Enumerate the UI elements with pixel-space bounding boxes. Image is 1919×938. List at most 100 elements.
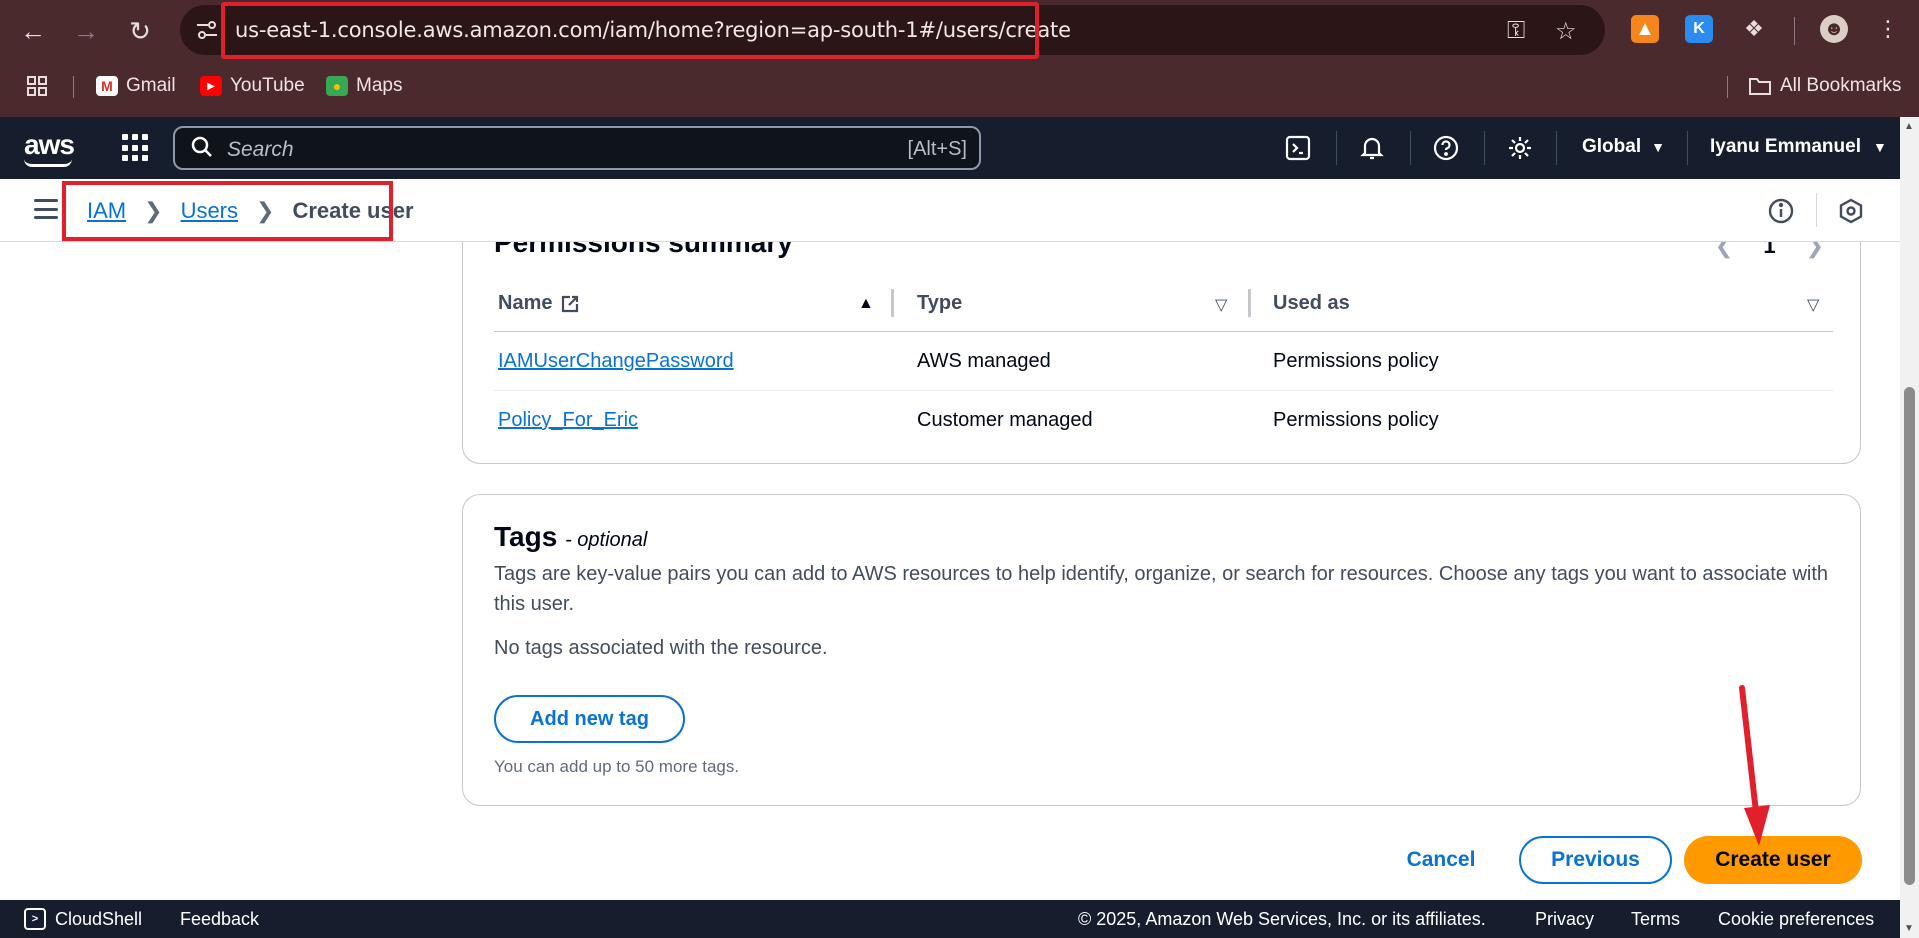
permissions-summary-card: Permissions summary ❮ 1 ❯ Name ▲ Type ▽ …: [462, 242, 1861, 464]
youtube-icon: ▶: [200, 76, 222, 96]
column-divider: [891, 289, 894, 317]
column-header-used-as[interactable]: Used as: [1273, 292, 1350, 315]
privacy-link[interactable]: Privacy: [1535, 909, 1594, 930]
aws-footer: > CloudShell Feedback © 2025, Amazon Web…: [0, 900, 1900, 938]
bookmark-maps[interactable]: ● Maps: [326, 72, 402, 100]
settings-gear-icon[interactable]: [1504, 132, 1536, 164]
bookmarks-divider: [73, 76, 74, 98]
bookmark-star-icon[interactable]: ☆: [1555, 17, 1577, 46]
bookmarks-bar: M Gmail ▶ YouTube ● Maps All Bookmarks: [0, 66, 1919, 106]
scroll-down-icon[interactable]: ▼: [1904, 923, 1914, 934]
services-grid-icon[interactable]: [122, 134, 150, 162]
column-label: Used as: [1273, 292, 1350, 314]
caret-down-icon: ▼: [1873, 139, 1887, 155]
nav-divider: [1484, 131, 1485, 165]
k-extension-icon[interactable]: K: [1685, 15, 1713, 43]
extensions-puzzle-icon[interactable]: ❖: [1740, 15, 1768, 43]
browser-toolbar: ← → ↻ us-east-1.console.aws.amazon.com/i…: [0, 0, 1919, 117]
search-input[interactable]: Search [Alt+S]: [173, 126, 981, 170]
side-nav-menu-icon[interactable]: [34, 199, 58, 219]
breadcrumb-bar: IAM ❯ Users ❯ Create user: [0, 179, 1900, 242]
bookmark-gmail[interactable]: M Gmail: [96, 72, 176, 100]
security-shield-icon[interactable]: [1837, 197, 1865, 225]
notifications-bell-icon[interactable]: [1356, 132, 1388, 164]
aws-top-nav: aws Search [Alt+S] Global ▼ Iyanu Emmanu…: [0, 117, 1900, 179]
forward-icon[interactable]: →: [67, 12, 105, 50]
policy-type: AWS managed: [917, 350, 1051, 372]
all-bookmarks-label: All Bookmarks: [1780, 75, 1902, 96]
back-icon[interactable]: ←: [14, 12, 52, 50]
bookmark-label: Gmail: [126, 75, 176, 96]
table-row: Policy_For_Eric Customer managed Permiss…: [494, 391, 1833, 450]
add-new-tag-button[interactable]: Add new tag: [494, 695, 685, 743]
column-label: Type: [917, 292, 963, 314]
main-content: Permissions summary ❮ 1 ❯ Name ▲ Type ▽ …: [0, 242, 1900, 900]
policy-name-link[interactable]: IAMUserChangePassword: [498, 350, 734, 373]
search-placeholder: Search: [227, 138, 294, 161]
region-selector[interactable]: Global ▼: [1582, 136, 1665, 158]
aws-logo-smile: [24, 159, 72, 167]
password-key-icon[interactable]: ⚿: [1507, 17, 1525, 45]
apps-grid-icon[interactable]: [26, 72, 48, 100]
search-shortcut: [Alt+S]: [907, 138, 967, 160]
tags-description: Tags are key-value pairs you can add to …: [494, 563, 1829, 615]
cloudshell-icon[interactable]: [1282, 132, 1314, 164]
policy-used-as: Permissions policy: [1273, 350, 1439, 372]
nav-divider: [1556, 131, 1557, 165]
policy-used-as: Permissions policy: [1273, 409, 1439, 431]
search-icon: [191, 136, 212, 157]
column-header-name[interactable]: Name: [498, 292, 580, 315]
maps-icon: ●: [326, 76, 348, 96]
column-header-type[interactable]: Type: [917, 292, 962, 315]
policy-name-link[interactable]: Policy_For_Eric: [498, 409, 638, 432]
url-annotation-box: [221, 2, 1039, 59]
policy-type: Customer managed: [917, 409, 1093, 431]
info-icon[interactable]: [1767, 197, 1795, 225]
sort-ascending-icon[interactable]: ▲: [858, 295, 874, 313]
tags-limit-hint: You can add up to 50 more tags.: [494, 757, 740, 776]
metamask-extension-icon[interactable]: ▲: [1631, 15, 1659, 43]
nav-divider: [1410, 131, 1411, 165]
cloudshell-link[interactable]: CloudShell: [55, 909, 142, 930]
table-row: IAMUserChangePassword AWS managed Permis…: [494, 332, 1833, 391]
nav-divider: [1687, 131, 1688, 165]
bookmark-youtube[interactable]: ▶ YouTube: [200, 72, 305, 100]
aws-logo[interactable]: aws: [24, 129, 75, 161]
scroll-up-icon[interactable]: ▲: [1904, 121, 1914, 132]
cloudshell-footer-icon: >: [24, 908, 46, 930]
bookmarks-divider: [1727, 76, 1728, 98]
permissions-title: Permissions summary: [494, 242, 793, 258]
page-number[interactable]: 1: [1763, 242, 1775, 259]
pagination: ❮ 1 ❯: [1715, 242, 1824, 259]
chevron-left-icon[interactable]: ❮: [1715, 242, 1733, 259]
scroll-thumb[interactable]: [1904, 387, 1915, 885]
account-menu[interactable]: Iyanu Emmanuel ▼: [1710, 136, 1887, 158]
terms-link[interactable]: Terms: [1631, 909, 1680, 930]
reload-icon[interactable]: ↻: [121, 12, 159, 50]
tags-optional-label: - optional: [565, 529, 648, 551]
sort-descending-icon[interactable]: ▽: [1807, 295, 1819, 315]
tags-card: Tags - optional Tags are key-value pairs…: [462, 494, 1861, 806]
tags-title: Tags - optional: [494, 521, 647, 553]
region-label: Global: [1582, 136, 1642, 157]
folder-icon: [1749, 78, 1771, 95]
tags-empty-message: No tags associated with the resource.: [494, 637, 828, 659]
external-link-icon: [562, 295, 579, 312]
chevron-right-icon[interactable]: ❯: [1806, 242, 1824, 259]
sort-descending-icon[interactable]: ▽: [1215, 295, 1227, 315]
all-bookmarks[interactable]: All Bookmarks: [1748, 72, 1901, 100]
cancel-button[interactable]: Cancel: [1378, 836, 1504, 884]
help-question-icon[interactable]: [1430, 132, 1462, 164]
previous-button[interactable]: Previous: [1519, 836, 1672, 884]
create-user-button[interactable]: Create user: [1684, 836, 1862, 884]
page-scrollbar[interactable]: ▲ ▼: [1900, 117, 1919, 938]
nav-divider: [1336, 131, 1337, 165]
bookmark-label: YouTube: [230, 75, 305, 96]
menu-kebab-icon[interactable]: ⋮: [1874, 15, 1902, 43]
table-header: Name ▲ Type ▽ Used as ▽: [494, 275, 1833, 332]
cookie-preferences-link[interactable]: Cookie preferences: [1718, 909, 1874, 930]
site-info-icon[interactable]: [194, 17, 220, 43]
profile-avatar-icon[interactable]: ☻: [1820, 15, 1848, 43]
feedback-link[interactable]: Feedback: [180, 909, 259, 930]
breadcrumb-divider: [1816, 193, 1817, 227]
